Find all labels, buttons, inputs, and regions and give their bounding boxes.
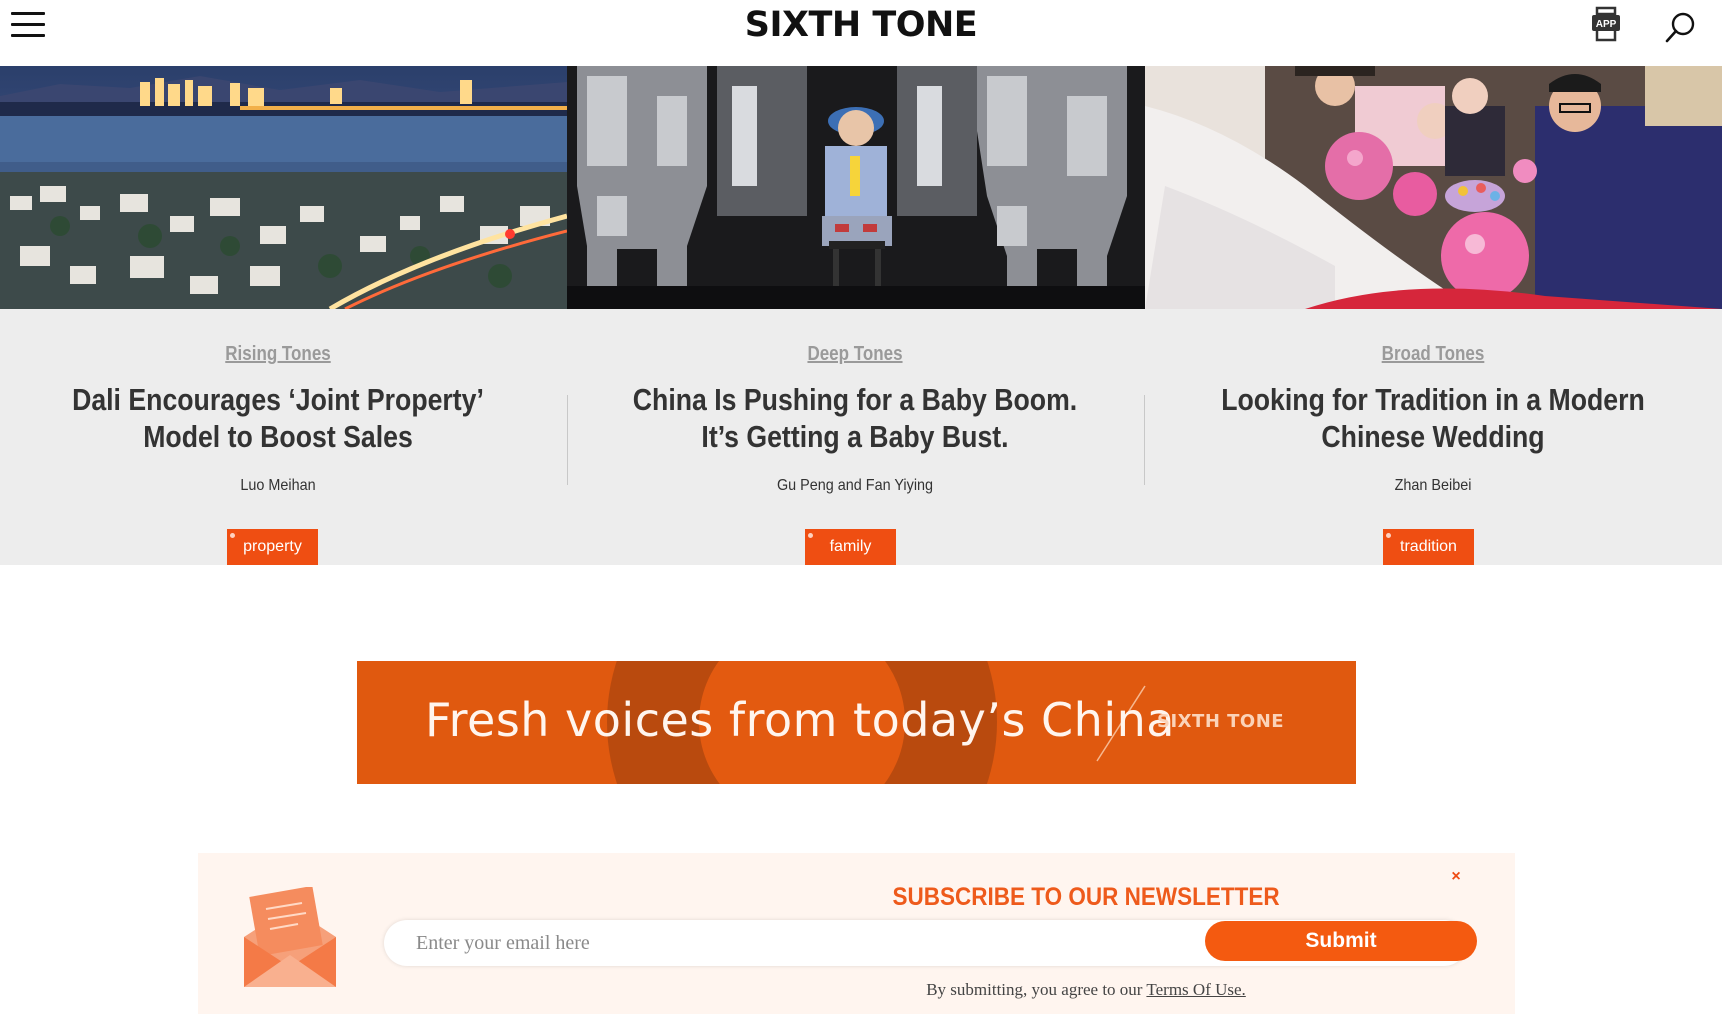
newsletter-title-row: SUBSCRIBE TO OUR NEWSLETTER xyxy=(198,883,1722,912)
article-category[interactable]: Rising Tones xyxy=(42,343,515,366)
article-image-baby-boom[interactable] xyxy=(567,66,1145,309)
article-title[interactable]: China Is Pushing for a Baby Boom. It’s G… xyxy=(625,381,1084,455)
article-tag[interactable]: tradition xyxy=(1383,529,1474,565)
banner-slogan: Fresh voices from today’s China xyxy=(425,693,1175,747)
newsletter-title: SUBSCRIBE TO OUR NEWSLETTER xyxy=(892,883,1280,911)
article-author[interactable]: Zhan Beibei xyxy=(1184,477,1683,495)
search-icon[interactable] xyxy=(1665,12,1695,44)
app-icon-label: APP xyxy=(1596,19,1617,30)
article-title[interactable]: Dali Encourages ‘Joint Property’ Model t… xyxy=(48,381,509,455)
article-card: Deep Tones China Is Pushing for a Baby B… xyxy=(578,309,1132,565)
article-author[interactable]: Gu Peng and Fan Yiying xyxy=(606,477,1105,495)
article-tag[interactable]: family xyxy=(805,529,896,565)
site-header: SIXTH TONE APP xyxy=(0,0,1722,66)
article-tag[interactable]: property xyxy=(227,529,318,565)
article-image-dali[interactable] xyxy=(0,66,567,309)
article-card: Rising Tones Dali Encourages ‘Joint Prop… xyxy=(0,309,556,565)
card-divider xyxy=(1144,395,1145,485)
newsletter-box: SUBSCRIBE TO OUR NEWSLETTER × Submit By … xyxy=(198,853,1515,1014)
envelope-icon xyxy=(244,887,336,987)
banner-logo: SIXTH TONE xyxy=(1157,711,1285,732)
app-download-icon[interactable]: APP xyxy=(1590,6,1622,42)
promo-banner[interactable]: Fresh voices from today’s China SIXTH TO… xyxy=(357,661,1356,784)
article-image-wedding[interactable] xyxy=(1145,66,1722,309)
article-card: Broad Tones Looking for Tradition in a M… xyxy=(1156,309,1710,565)
article-band: Rising Tones Dali Encourages ‘Joint Prop… xyxy=(0,309,1722,565)
terms-notice: By submitting, you agree to our Terms Of… xyxy=(198,980,1722,1000)
email-field[interactable] xyxy=(416,928,1116,958)
article-author[interactable]: Luo Meihan xyxy=(28,477,528,495)
site-logo-container: SIXTH TONE xyxy=(0,4,1722,46)
site-logo[interactable]: SIXTH TONE xyxy=(745,5,978,45)
article-category[interactable]: Deep Tones xyxy=(620,343,1091,366)
terms-of-use-link[interactable]: Terms Of Use. xyxy=(1146,980,1245,999)
close-icon[interactable]: × xyxy=(1446,867,1466,887)
submit-button[interactable]: Submit xyxy=(1205,921,1477,961)
article-title[interactable]: Looking for Tradition in a Modern Chines… xyxy=(1203,381,1662,455)
article-category[interactable]: Broad Tones xyxy=(1198,343,1669,366)
card-divider xyxy=(567,395,568,485)
terms-prefix: By submitting, you agree to our xyxy=(926,980,1143,999)
